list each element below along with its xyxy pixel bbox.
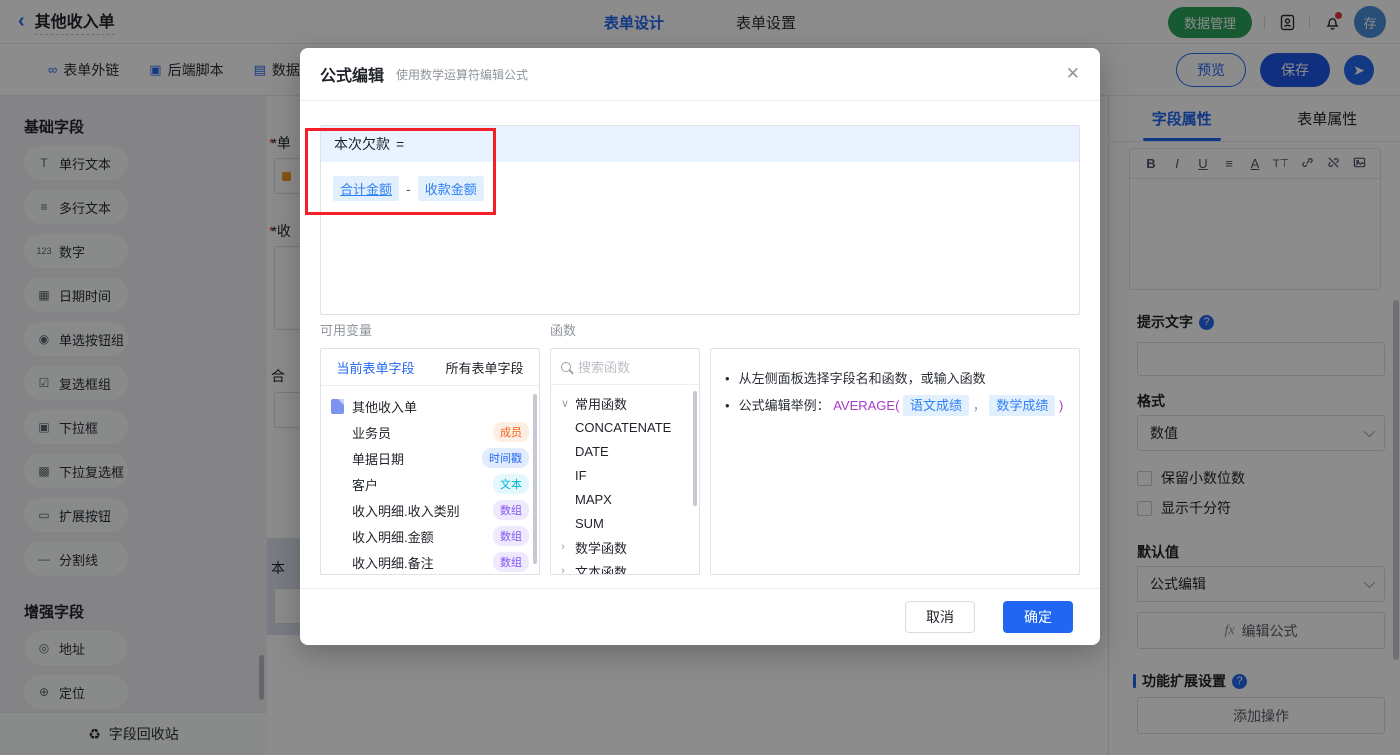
functions-scrollbar[interactable] xyxy=(693,391,697,506)
example-comma: ， xyxy=(972,398,986,413)
function-item[interactable]: SUM xyxy=(551,511,699,535)
form-doc-icon xyxy=(331,398,344,414)
formula-target-row: 本次欠款 = xyxy=(321,126,1079,162)
formula-token-total[interactable]: 合计金额 xyxy=(333,176,400,201)
chevron-right-icon: › xyxy=(561,565,565,575)
type-badge: 文本 xyxy=(493,474,529,494)
variable-item[interactable]: 收入明细.备注 数组 xyxy=(321,549,539,574)
tab-all-form-fields[interactable]: 所有表单字段 xyxy=(430,349,539,385)
function-item[interactable]: MAPX xyxy=(551,487,699,511)
app-root: ‹ 其他收入单 表单设计 表单设置 数据管理 存 ∞ 表单外链 ▣ 后端脚本 ▤… xyxy=(0,0,1400,755)
function-group-math[interactable]: › 数学函数 xyxy=(551,535,699,559)
functions-tree: ∨ 常用函数 CONCATENATE DATE IF MAPX SUM › 数学函数… xyxy=(551,385,699,575)
function-item[interactable]: IF xyxy=(551,463,699,487)
cancel-button[interactable]: 取消 xyxy=(905,601,975,633)
type-badge: 数组 xyxy=(493,526,529,546)
formula-expression[interactable]: 合计金额 - 收款金额 xyxy=(321,162,1079,215)
modal-subtitle: 使用数学运算符编辑公式 xyxy=(396,67,529,82)
variable-item[interactable]: 单据日期 时间戳 xyxy=(321,445,539,471)
minus-operator: - xyxy=(406,180,411,197)
formula-token-received[interactable]: 收款金额 xyxy=(417,176,484,201)
functions-panel: 搜索函数 ∨ 常用函数 CONCATENATE DATE IF MAPX SUM … xyxy=(550,348,700,575)
example-prefix: 公式编辑举例： xyxy=(738,398,830,413)
example-token-2: 数学成绩 xyxy=(989,395,1056,416)
variable-item[interactable]: 收入明细.金额 数组 xyxy=(321,523,539,549)
modal-footer: 取消 确定 xyxy=(300,588,1100,645)
tab-current-form-fields[interactable]: 当前表单字段 xyxy=(321,349,430,385)
variable-item[interactable]: 收入明细.收入类别 数组 xyxy=(321,497,539,523)
formula-editor[interactable]: 本次欠款 = 合计金额 - 收款金额 xyxy=(320,125,1080,315)
variables-tree: 其他收入单 业务员 成员 单据日期 时间戳 客户 文本 收入明细.收入类别 数组 收入明… xyxy=(321,386,539,574)
formula-target: 本次欠款 xyxy=(334,136,390,152)
variable-item[interactable]: 客户 文本 xyxy=(321,471,539,497)
close-icon[interactable]: ✕ xyxy=(1066,64,1080,84)
confirm-button[interactable]: 确定 xyxy=(1003,601,1073,633)
formula-edit-modal: 公式编辑 使用数学运算符编辑公式 ✕ 本次欠款 = 合计金额 - 收款金额 可用… xyxy=(300,48,1100,645)
chevron-down-icon: ∨ xyxy=(561,397,570,410)
type-badge: 时间戳 xyxy=(482,448,529,468)
variables-panel: 当前表单字段 所有表单字段 其他收入单 业务员 成员 单据日期 时间戳 客户 文本 收… xyxy=(320,348,540,575)
example-close-paren: ) xyxy=(1058,398,1064,413)
example-token-1: 语文成绩 xyxy=(903,395,970,416)
function-search[interactable]: 搜索函数 xyxy=(551,349,699,385)
help-line-2: • 公式编辑举例： AVERAGE( 语文成绩 ， 数学成绩 ) xyxy=(725,392,1065,419)
search-icon xyxy=(561,361,571,372)
help-content: • 从左侧面板选择字段名和函数，或输入函数 • 公式编辑举例： AVERAGE( … xyxy=(711,349,1079,435)
variables-scrollbar[interactable] xyxy=(533,394,537,564)
variable-item[interactable]: 业务员 成员 xyxy=(321,419,539,445)
variables-label: 可用变量 xyxy=(320,323,373,338)
example-function: AVERAGE( xyxy=(833,398,900,413)
equals-sign: = xyxy=(396,136,405,152)
search-placeholder: 搜索函数 xyxy=(578,360,631,375)
function-group-common[interactable]: ∨ 常用函数 xyxy=(551,391,699,415)
variable-root[interactable]: 其他收入单 xyxy=(321,393,539,419)
help-line-1: • 从左侧面板选择字段名和函数，或输入函数 xyxy=(725,371,986,386)
type-badge: 成员 xyxy=(493,422,529,442)
function-group-text[interactable]: › 文本函数 xyxy=(551,559,699,575)
function-item[interactable]: DATE xyxy=(551,439,699,463)
chevron-right-icon: › xyxy=(561,541,565,553)
modal-title: 公式编辑 xyxy=(320,68,385,85)
function-item[interactable]: CONCATENATE xyxy=(551,415,699,439)
functions-label: 函数 xyxy=(550,323,577,338)
variables-tabs: 当前表单字段 所有表单字段 xyxy=(321,349,539,386)
type-badge: 数组 xyxy=(493,552,529,572)
modal-header: 公式编辑 使用数学运算符编辑公式 ✕ xyxy=(300,48,1100,101)
help-panel: • 从左侧面板选择字段名和函数，或输入函数 • 公式编辑举例： AVERAGE( … xyxy=(710,348,1080,575)
type-badge: 数组 xyxy=(493,500,529,520)
